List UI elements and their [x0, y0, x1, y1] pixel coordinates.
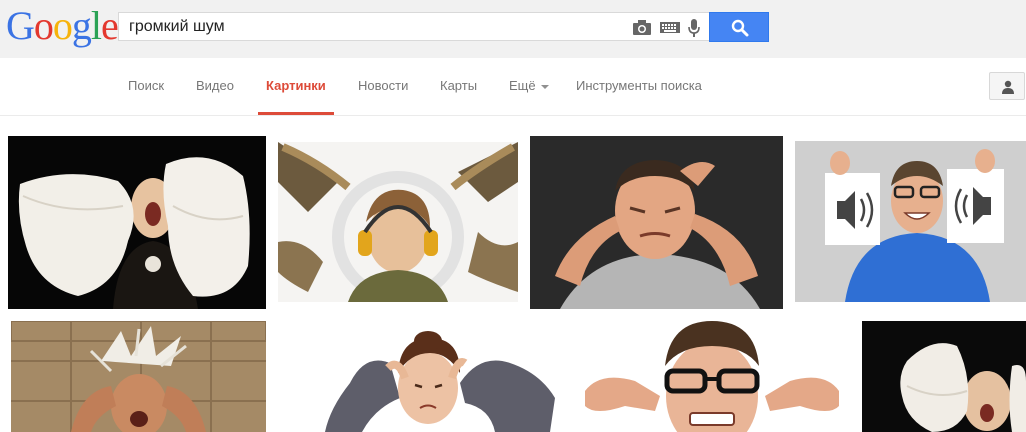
image-result[interactable]	[278, 142, 518, 302]
logo-letter: l	[90, 3, 102, 48]
google-logo[interactable]: Google	[6, 3, 119, 48]
man-fingers-in-ears-image	[530, 136, 783, 309]
logo-letter: o	[52, 3, 73, 48]
logo-letter: e	[101, 3, 119, 48]
search-nav: Поиск Видео Картинки Новости Карты Ещё И…	[0, 58, 1026, 116]
search-tools-button[interactable]: Инструменты поиска	[576, 78, 702, 93]
tab-search[interactable]: Поиск	[128, 78, 164, 93]
logo-letter: o	[33, 3, 54, 48]
tab-news[interactable]: Новости	[358, 78, 408, 93]
keyboard-icon[interactable]	[659, 18, 681, 36]
camera-icon[interactable]	[632, 18, 652, 36]
tab-video[interactable]: Видео	[196, 78, 234, 93]
search-icon	[731, 19, 749, 37]
tab-more[interactable]: Ещё	[509, 78, 549, 93]
boy-with-headphones-image	[278, 142, 518, 302]
tab-images[interactable]: Картинки	[266, 78, 326, 93]
tab-maps[interactable]: Карты	[440, 78, 477, 93]
image-result[interactable]	[795, 141, 1026, 302]
microphone-icon[interactable]	[687, 18, 701, 37]
person-icon	[1002, 80, 1014, 94]
search-input[interactable]	[129, 17, 619, 37]
woman-covering-ears-image	[280, 323, 563, 432]
logo-letter: G	[6, 3, 35, 48]
chevron-down-icon	[540, 84, 549, 89]
woman-pillow-partial-image	[862, 321, 1026, 432]
logo-letter: g	[71, 3, 92, 48]
image-result[interactable]	[530, 136, 783, 309]
man-head-exploding-image	[11, 321, 266, 432]
image-result[interactable]	[8, 136, 266, 309]
image-result[interactable]	[862, 321, 1026, 432]
man-holding-speaker-signs-image	[795, 141, 1026, 302]
man-glasses-fingers-in-ears-image	[575, 321, 849, 432]
image-result[interactable]	[280, 323, 563, 432]
tab-more-label: Ещё	[509, 78, 536, 93]
woman-with-pillows-image	[8, 136, 266, 309]
search-button[interactable]	[709, 12, 769, 42]
active-tab-indicator	[258, 112, 334, 115]
account-button[interactable]	[989, 72, 1025, 100]
image-result[interactable]	[11, 321, 266, 432]
top-bar: Google	[0, 0, 1026, 58]
search-box	[118, 12, 709, 41]
image-result[interactable]	[575, 321, 849, 432]
